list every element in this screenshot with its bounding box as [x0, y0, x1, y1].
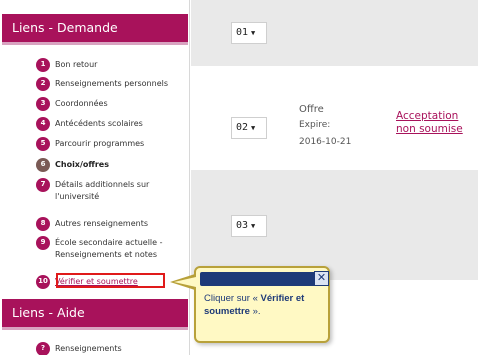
sidebar-item-label: Détails additionnels sur l'université	[55, 180, 150, 201]
expire-date: 2016-10-21	[299, 137, 352, 147]
step-number-icon: 6	[36, 158, 50, 172]
caret-down-icon: ▼	[251, 222, 256, 230]
tooltip-text-after: ».	[249, 306, 261, 317]
sidebar-item-label: Autres renseignements	[55, 219, 149, 228]
step-number-icon: 8	[36, 217, 50, 231]
tooltip-text-before: Cliquer sur «	[204, 293, 261, 304]
sidebar-item-label: Renseignements	[55, 344, 122, 353]
tooltip-pointer-inner	[174, 277, 196, 287]
tooltip-message: Cliquer sur « Vérifier et soumettre ».	[204, 292, 326, 318]
acceptance-status-link[interactable]: Acceptation non soumise	[396, 110, 476, 136]
step-number-icon: 4	[36, 117, 50, 131]
sidebar-header-demande: Liens - Demande	[2, 14, 188, 45]
caret-down-icon: ▼	[251, 29, 256, 37]
sidebar: Liens - Demande 1 Bon retour 2 Renseigne…	[0, 0, 190, 355]
select-value: 03	[236, 220, 249, 231]
tooltip-callout: ✕ Cliquer sur « Vérifier et soumettre ».	[194, 266, 330, 343]
sidebar-item-label: Bon retour	[55, 60, 98, 69]
sidebar-item-ecole-secondaire[interactable]: 9 École secondaire actuelle - Renseignem…	[36, 236, 183, 260]
step-number-icon: 9	[36, 236, 50, 250]
sidebar-item-coordonnees[interactable]: 3 Coordonnées	[36, 97, 183, 111]
select-value: 02	[236, 122, 249, 133]
tooltip-titlebar	[200, 272, 318, 286]
help-icon: ?	[36, 342, 50, 355]
step-number-icon: 7	[36, 178, 50, 192]
step-number-icon: 10	[36, 275, 50, 289]
sidebar-item-label: Choix/offres	[55, 160, 109, 169]
choice-select-1[interactable]: 01 ▼	[231, 22, 267, 44]
choice-select-2[interactable]: 02 ▼	[231, 117, 267, 139]
sidebar-item-choix-offres[interactable]: 6 Choix/offres	[36, 158, 183, 172]
step-number-icon: 1	[36, 58, 50, 72]
sidebar-item-details-universite[interactable]: 7 Détails additionnels sur l'université	[36, 178, 183, 202]
choice-select-3[interactable]: 03 ▼	[231, 215, 267, 237]
sidebar-item-parcourir-programmes[interactable]: 5 Parcourir programmes	[36, 137, 183, 151]
sidebar-item-bon-retour[interactable]: 1 Bon retour	[36, 58, 183, 72]
sidebar-item-label: Renseignements personnels	[55, 79, 169, 88]
select-value: 01	[236, 27, 249, 38]
sidebar-item-antecedents-scolaires[interactable]: 4 Antécédents scolaires	[36, 117, 183, 131]
offer-label: Offre	[299, 104, 324, 115]
sidebar-item-label: Parcourir programmes	[55, 139, 145, 148]
close-icon[interactable]: ✕	[314, 271, 329, 286]
sidebar-header-aide: Liens - Aide	[2, 299, 188, 330]
expire-label: Expire:	[299, 120, 331, 130]
highlight-box	[56, 273, 165, 288]
sidebar-item-autres-renseignements[interactable]: 8 Autres renseignements	[36, 217, 183, 231]
step-number-icon: 3	[36, 97, 50, 111]
sidebar-item-label: Antécédents scolaires	[55, 119, 143, 128]
offer-info: Offre Expire: 2016-10-21	[299, 103, 351, 149]
sidebar-item-aide-renseignements[interactable]: ? Renseignements	[36, 342, 183, 355]
sidebar-item-label: École secondaire actuelle - Renseignemen…	[55, 238, 163, 259]
sidebar-item-renseignements-personnels[interactable]: 2 Renseignements personnels	[36, 77, 183, 91]
step-number-icon: 5	[36, 137, 50, 151]
step-number-icon: 2	[36, 77, 50, 91]
caret-down-icon: ▼	[251, 124, 256, 132]
sidebar-item-label: Coordonnées	[55, 99, 108, 108]
